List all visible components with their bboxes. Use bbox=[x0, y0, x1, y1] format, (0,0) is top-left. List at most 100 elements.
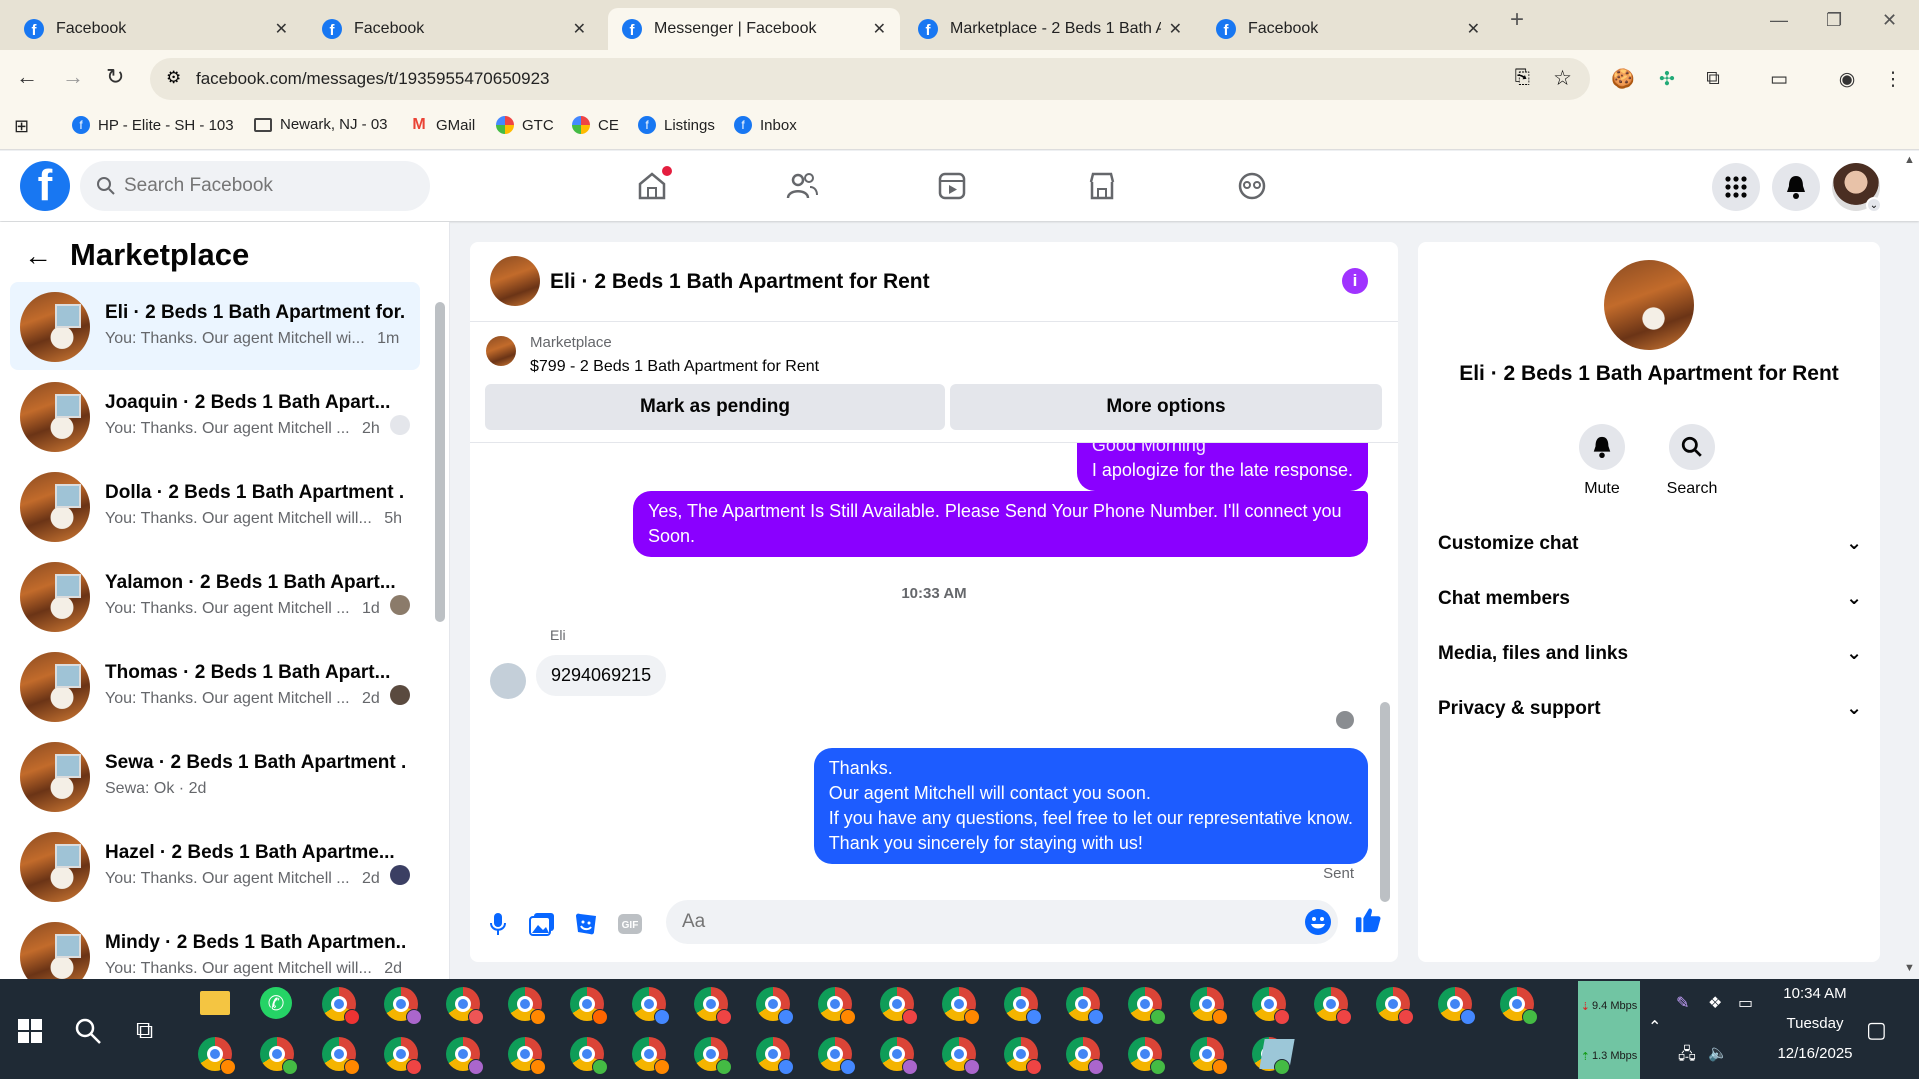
new-tab-icon[interactable]: + bbox=[1510, 6, 1524, 34]
close-icon[interactable]: ✕ bbox=[573, 19, 586, 39]
info-icon[interactable]: i bbox=[1342, 268, 1368, 294]
message-bubble-outgoing[interactable]: Yes, The Apartment Is Still Available. P… bbox=[633, 491, 1368, 557]
mute-button[interactable]: Mute bbox=[1562, 424, 1642, 498]
file-explorer-icon[interactable] bbox=[200, 991, 230, 1015]
customize-chat-section[interactable]: Customize chat ⌄ bbox=[1438, 532, 1862, 555]
chrome-icon[interactable] bbox=[942, 1037, 980, 1075]
chat-title[interactable]: Eli · 2 Beds 1 Bath Apartment for Rent bbox=[550, 270, 930, 294]
back-icon[interactable]: ← bbox=[16, 64, 38, 90]
dropbox-icon[interactable]: ❖ bbox=[1708, 993, 1722, 1013]
windows-start-icon[interactable] bbox=[18, 1019, 42, 1043]
chrome-icon[interactable] bbox=[818, 987, 856, 1025]
chrome-icon[interactable] bbox=[1004, 987, 1042, 1025]
chrome-icon[interactable] bbox=[260, 1037, 298, 1075]
chrome-icon[interactable] bbox=[1314, 987, 1352, 1025]
chrome-icon[interactable] bbox=[1004, 1037, 1042, 1075]
profile-icon[interactable]: ◉ bbox=[1834, 66, 1860, 92]
chrome-icon[interactable] bbox=[508, 1037, 546, 1075]
chrome-icon[interactable] bbox=[1438, 987, 1476, 1025]
browser-tab-4[interactable]: f Marketplace - 2 Beds 1 Bath Ap ✕ bbox=[904, 8, 1196, 50]
forward-icon[interactable]: → bbox=[62, 64, 84, 90]
facebook-search[interactable] bbox=[80, 161, 430, 211]
address-bar[interactable]: ⚙ facebook.com/messages/t/19359554706509… bbox=[150, 58, 1590, 100]
volume-icon[interactable]: 🔈 bbox=[1708, 1043, 1728, 1063]
browser-tab-2[interactable]: f Facebook ✕ bbox=[308, 8, 600, 50]
chevron-up-icon[interactable]: ⌃ bbox=[1648, 1017, 1661, 1037]
chrome-icon[interactable] bbox=[756, 1037, 794, 1075]
conversation-item[interactable]: Dolla · 2 Beds 1 Bath Apartment ... You:… bbox=[10, 462, 420, 550]
bookmark-6[interactable]: f Listings bbox=[638, 116, 715, 134]
chrome-icon[interactable] bbox=[632, 1037, 670, 1075]
system-clock[interactable]: 10:34 AM Tuesday 12/16/2025 bbox=[1760, 979, 1870, 1069]
emoji-icon[interactable] bbox=[1304, 908, 1332, 941]
chrome-icon[interactable] bbox=[1066, 987, 1104, 1025]
privacy-support-section[interactable]: Privacy & support ⌄ bbox=[1438, 697, 1862, 720]
gif-icon[interactable]: GIF bbox=[616, 910, 644, 938]
chrome-icon[interactable] bbox=[694, 1037, 732, 1075]
cookie-extension-icon[interactable]: 🍪 bbox=[1610, 66, 1636, 92]
search-icon[interactable] bbox=[74, 1017, 102, 1045]
bookmark-1[interactable]: f HP - Elite - SH - 103 bbox=[72, 116, 234, 134]
chrome-icon[interactable] bbox=[880, 1037, 918, 1075]
message-input[interactable] bbox=[682, 900, 1282, 944]
close-icon[interactable]: ✕ bbox=[1169, 19, 1182, 39]
chrome-icon[interactable] bbox=[1128, 1037, 1166, 1075]
conversation-item[interactable]: Mindy · 2 Beds 1 Bath Apartmen... You: T… bbox=[10, 912, 420, 979]
window-close-icon[interactable]: ✕ bbox=[1882, 10, 1897, 31]
chrome-icon[interactable] bbox=[756, 987, 794, 1025]
chrome-icon[interactable] bbox=[632, 987, 670, 1025]
avatar[interactable] bbox=[490, 256, 540, 306]
thumbs-up-icon[interactable] bbox=[1354, 906, 1382, 934]
chrome-icon[interactable] bbox=[1190, 1037, 1228, 1075]
battery-icon[interactable]: ▭ bbox=[1738, 993, 1753, 1013]
chrome-icon[interactable] bbox=[322, 1037, 360, 1075]
reload-icon[interactable]: ↻ bbox=[106, 64, 124, 90]
chrome-icon[interactable] bbox=[1066, 1037, 1104, 1075]
facebook-logo-icon[interactable]: f bbox=[20, 161, 70, 211]
tab-search-icon[interactable]: ▭ bbox=[1766, 66, 1792, 92]
conversation-item[interactable]: Hazel · 2 Beds 1 Bath Apartme... You: Th… bbox=[10, 822, 420, 910]
chrome-icon[interactable] bbox=[570, 1037, 608, 1075]
page-scroll-down-icon[interactable]: ▼ bbox=[1904, 962, 1915, 974]
chrome-icon[interactable] bbox=[446, 987, 484, 1025]
message-bubble-outgoing[interactable]: Thanks. Our agent Mitchell will contact … bbox=[813, 748, 1368, 864]
menu-grid-icon[interactable] bbox=[1712, 163, 1760, 211]
home-icon[interactable] bbox=[632, 166, 672, 204]
chrome-icon[interactable] bbox=[570, 987, 608, 1025]
chrome-icon[interactable] bbox=[322, 987, 360, 1025]
listing-thumbnail[interactable] bbox=[486, 336, 516, 366]
close-icon[interactable]: ✕ bbox=[275, 19, 288, 39]
microphone-icon[interactable] bbox=[484, 910, 512, 938]
back-arrow-icon[interactable]: ← bbox=[24, 240, 52, 272]
message-input-container[interactable] bbox=[666, 900, 1338, 944]
bookmark-3[interactable]: M GMail bbox=[410, 116, 475, 134]
sticker-icon[interactable] bbox=[572, 910, 600, 938]
conversation-item[interactable]: Thomas · 2 Beds 1 Bath Apart... You: Tha… bbox=[10, 642, 420, 730]
notification-center-icon[interactable]: ▢ bbox=[1866, 1017, 1887, 1043]
chrome-icon[interactable] bbox=[880, 987, 918, 1025]
menu-kebab-icon[interactable]: ⋮ bbox=[1880, 66, 1906, 92]
video-icon[interactable] bbox=[932, 168, 972, 204]
conversation-item[interactable]: Eli · 2 Beds 1 Bath Apartment for... You… bbox=[10, 282, 420, 370]
close-icon[interactable]: ✕ bbox=[1467, 19, 1480, 39]
conversation-item[interactable]: Sewa · 2 Beds 1 Bath Apartment ... Sewa:… bbox=[10, 732, 420, 820]
chrome-icon[interactable] bbox=[694, 987, 732, 1025]
install-app-icon[interactable]: ⎘ bbox=[1515, 67, 1530, 89]
network-icon[interactable]: 🖧 bbox=[1678, 1043, 1696, 1070]
browser-tab-3[interactable]: f Messenger | Facebook ✕ bbox=[608, 8, 900, 50]
marketplace-icon[interactable] bbox=[1082, 168, 1122, 204]
scrollbar[interactable] bbox=[1380, 702, 1390, 902]
friends-icon[interactable] bbox=[782, 168, 822, 204]
bookmark-7[interactable]: f Inbox bbox=[734, 116, 797, 134]
message-thread[interactable]: Good Morning I apologize for the late re… bbox=[470, 442, 1398, 882]
chrome-icon[interactable] bbox=[1128, 987, 1166, 1025]
avatar[interactable] bbox=[1604, 260, 1694, 350]
chrome-icon[interactable] bbox=[508, 987, 546, 1025]
chrome-icon[interactable] bbox=[1252, 987, 1290, 1025]
apps-grid-icon[interactable]: ⊞ bbox=[14, 116, 29, 137]
chrome-icon[interactable] bbox=[1190, 987, 1228, 1025]
notifications-bell-icon[interactable] bbox=[1772, 163, 1820, 211]
bookmark-2[interactable]: Newark, NJ - 03 bbox=[254, 116, 388, 133]
restore-icon[interactable]: ❐ bbox=[1826, 10, 1842, 31]
chrome-icon[interactable] bbox=[446, 1037, 484, 1075]
